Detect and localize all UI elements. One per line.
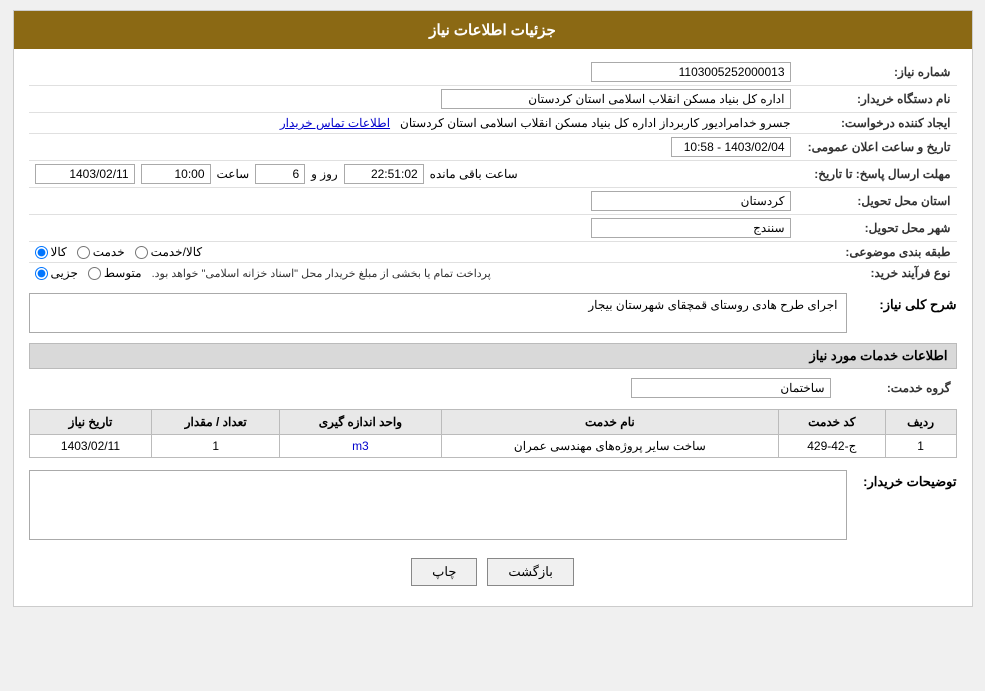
city-label: شهر محل تحویل:	[797, 215, 957, 242]
day-label: روز و	[311, 167, 338, 181]
purchase-type-options: پرداخت تمام یا بخشی از مبلغ خریدار محل "…	[29, 263, 797, 284]
org-name-display: اداره کل بنیاد مسکن انقلاب اسلامی استان …	[441, 89, 791, 109]
col-service-name: نام خدمت	[441, 410, 778, 435]
cell-quantity: 1	[152, 435, 280, 458]
announce-date-value: 1403/02/04 - 10:58	[29, 134, 797, 161]
province-value: کردستان	[29, 188, 797, 215]
khidmat-label: خدمت	[93, 245, 125, 259]
announce-date-label: تاریخ و ساعت اعلان عمومی:	[797, 134, 957, 161]
city-value: سنندج	[29, 215, 797, 242]
tender-number-label: شماره نیاز:	[797, 59, 957, 86]
tender-number-row: شماره نیاز: 1103005252000013	[29, 59, 957, 86]
category-kala-khidmat[interactable]: کالا/خدمت	[135, 245, 202, 259]
description-text: اجرای طرح هادی روستای قمچقای شهرستان بیج…	[588, 298, 837, 312]
category-radio-kala-khidmat[interactable]	[135, 246, 148, 259]
org-name-value: اداره کل بنیاد مسکن انقلاب اسلامی استان …	[29, 86, 797, 113]
buyer-notes-section: توضیحات خریدار:	[29, 470, 957, 543]
cell-service-code: ج-42-429	[778, 435, 885, 458]
city-display: سنندج	[591, 218, 791, 238]
category-kala[interactable]: کالا	[35, 245, 67, 259]
requester-contact-link[interactable]: اطلاعات تماس خریدار	[280, 116, 390, 130]
purchase-motavasset[interactable]: متوسط	[88, 266, 142, 280]
service-group-display: ساختمان	[631, 378, 831, 398]
requester-label: ایجاد کننده درخواست:	[797, 113, 957, 134]
description-section: شرح کلی نیاز: اجرای طرح هادی روستای قمچق…	[29, 293, 957, 333]
deadline-inner-row: ساعت باقی مانده 22:51:02 روز و 6 ساعت 10…	[35, 164, 791, 184]
tender-number-display: 1103005252000013	[591, 62, 791, 82]
kala-khidmat-label: کالا/خدمت	[151, 245, 202, 259]
remaining-label: ساعت باقی مانده	[430, 167, 518, 181]
buyer-notes-container	[29, 470, 847, 543]
org-name-row: نام دستگاه خریدار: اداره کل بنیاد مسکن ا…	[29, 86, 957, 113]
back-button[interactable]: بازگشت	[487, 558, 573, 586]
category-khidmat[interactable]: خدمت	[77, 245, 125, 259]
announce-date-row: تاریخ و ساعت اعلان عمومی: 1403/02/04 - 1…	[29, 134, 957, 161]
remaining-display: 22:51:02	[344, 164, 424, 184]
province-label: استان محل تحویل:	[797, 188, 957, 215]
deadline-row: مهلت ارسال پاسخ: تا تاریخ: ساعت باقی مان…	[29, 161, 957, 188]
content-area: شماره نیاز: 1103005252000013 نام دستگاه …	[14, 49, 972, 606]
footer-buttons: بازگشت چاپ	[29, 558, 957, 586]
jozii-label: جزیی	[51, 266, 78, 280]
deadline-label: مهلت ارسال پاسخ: تا تاریخ:	[797, 161, 957, 188]
services-section-title: اطلاعات خدمات مورد نیاز	[29, 343, 957, 369]
purchase-jozii[interactable]: جزیی	[35, 266, 78, 280]
col-date: تاریخ نیاز	[29, 410, 152, 435]
requester-value: جسرو خدامرادیور کاربرداز اداره کل بنیاد …	[29, 113, 797, 134]
deadline-value: ساعت باقی مانده 22:51:02 روز و 6 ساعت 10…	[29, 161, 797, 188]
cell-row-num: 1	[885, 435, 956, 458]
info-table: شماره نیاز: 1103005252000013 نام دستگاه …	[29, 59, 957, 283]
cell-date: 1403/02/11	[29, 435, 152, 458]
org-name-label: نام دستگاه خریدار:	[797, 86, 957, 113]
category-radio-kala[interactable]	[35, 246, 48, 259]
motavasset-label: متوسط	[104, 266, 142, 280]
service-group-label: گروه خدمت:	[837, 375, 957, 401]
purchase-radio-group: پرداخت تمام یا بخشی از مبلغ خریدار محل "…	[35, 266, 791, 280]
time-label: ساعت	[217, 167, 250, 181]
cell-service-name: ساخت سایر پروژه‌های مهندسی عمران	[441, 435, 778, 458]
buyer-notes-label: توضیحات خریدار:	[857, 470, 957, 490]
announce-date-display: 1403/02/04 - 10:58	[671, 137, 791, 157]
category-radio-khidmat[interactable]	[77, 246, 90, 259]
description-label: شرح کلی نیاز:	[857, 293, 957, 313]
service-group-table: گروه خدمت: ساختمان	[29, 375, 957, 401]
day-display: 6	[255, 164, 305, 184]
page-header: جزئیات اطلاعات نیاز	[14, 11, 972, 49]
purchase-radio-motavasset[interactable]	[88, 267, 101, 280]
description-value: اجرای طرح هادی روستای قمچقای شهرستان بیج…	[29, 293, 847, 333]
category-label: طبقه بندی موضوعی:	[797, 242, 957, 263]
col-row-num: ردیف	[885, 410, 956, 435]
page-container: جزئیات اطلاعات نیاز شماره نیاز: 11030052…	[13, 10, 973, 607]
print-button[interactable]: چاپ	[411, 558, 477, 586]
category-options: کالا/خدمت خدمت کالا	[29, 242, 797, 263]
requester-row: ایجاد کننده درخواست: جسرو خدامرادیور کار…	[29, 113, 957, 134]
province-row: استان محل تحویل: کردستان	[29, 188, 957, 215]
services-table: ردیف کد خدمت نام خدمت واحد اندازه گیری ت…	[29, 409, 957, 458]
requester-text: جسرو خدامرادیور کاربرداز اداره کل بنیاد …	[400, 116, 790, 130]
date-display: 1403/02/11	[35, 164, 135, 184]
province-display: کردستان	[591, 191, 791, 211]
buyer-notes-textarea[interactable]	[29, 470, 847, 540]
time-display: 10:00	[141, 164, 211, 184]
col-quantity: تعداد / مقدار	[152, 410, 280, 435]
purchase-type-label: نوع فرآیند خرید:	[797, 263, 957, 284]
category-radio-group: کالا/خدمت خدمت کالا	[35, 245, 791, 259]
services-table-header-row: ردیف کد خدمت نام خدمت واحد اندازه گیری ت…	[29, 410, 956, 435]
col-service-code: کد خدمت	[778, 410, 885, 435]
purchase-type-row: نوع فرآیند خرید: پرداخت تمام یا بخشی از …	[29, 263, 957, 284]
cell-unit: m3	[280, 435, 442, 458]
service-group-value: ساختمان	[29, 375, 837, 401]
col-unit: واحد اندازه گیری	[280, 410, 442, 435]
table-row: 1 ج-42-429 ساخت سایر پروژه‌های مهندسی عم…	[29, 435, 956, 458]
service-group-row: گروه خدمت: ساختمان	[29, 375, 957, 401]
tender-number-value: 1103005252000013	[29, 59, 797, 86]
category-row: طبقه بندی موضوعی: کالا/خدمت خدمت کالا	[29, 242, 957, 263]
kala-label: کالا	[51, 245, 67, 259]
purchase-radio-jozii[interactable]	[35, 267, 48, 280]
header-title: جزئیات اطلاعات نیاز	[429, 22, 556, 39]
city-row: شهر محل تحویل: سنندج	[29, 215, 957, 242]
purchase-note: پرداخت تمام یا بخشی از مبلغ خریدار محل "…	[152, 267, 491, 280]
